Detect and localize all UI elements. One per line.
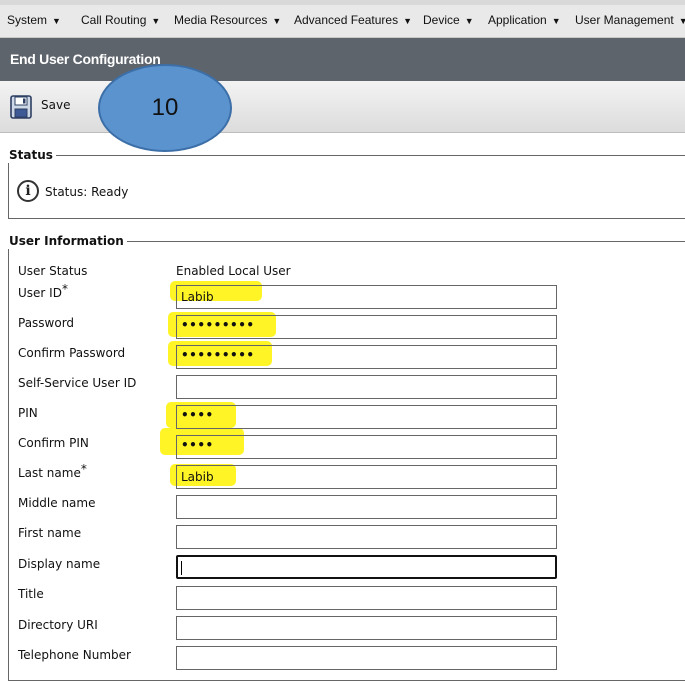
chevron-down-icon: ▼ bbox=[403, 16, 412, 26]
last-name-field[interactable]: Labib bbox=[176, 465, 557, 489]
step-marker-circle: 10 bbox=[98, 64, 232, 152]
last-name-label: Last name* bbox=[18, 463, 87, 480]
user-information-legend: User Information bbox=[7, 233, 127, 249]
chevron-down-icon: ▼ bbox=[464, 16, 474, 26]
menu-call-routing-label: Call Routing bbox=[81, 13, 147, 27]
top-menu-bar: System ▼ Call Routing ▼ Media Resources ▼ A… bbox=[0, 0, 685, 38]
first-name-label: First name bbox=[18, 526, 82, 540]
confirm-pin-value: •••• bbox=[181, 438, 214, 452]
password-label: Password bbox=[18, 316, 75, 330]
status-legend: Status bbox=[7, 147, 56, 163]
password-value: ••••••••• bbox=[181, 318, 255, 332]
user-status-value: Enabled Local User bbox=[176, 264, 291, 278]
page-title: End User Configuration bbox=[10, 51, 161, 67]
menu-advanced-features[interactable]: Advanced Features ▼ bbox=[294, 11, 412, 29]
menu-media-resources-label: Media Resources bbox=[174, 13, 268, 27]
telephone-number-label: Telephone Number bbox=[18, 648, 131, 662]
info-icon: i bbox=[17, 180, 39, 202]
display-name-field[interactable] bbox=[176, 555, 557, 579]
menu-top-strip bbox=[0, 0, 685, 5]
pin-field[interactable]: •••• bbox=[176, 405, 557, 429]
self-service-user-id-field[interactable] bbox=[176, 375, 557, 399]
directory-uri-field[interactable] bbox=[176, 616, 557, 640]
password-field[interactable]: ••••••••• bbox=[176, 315, 557, 339]
last-name-label-text: Last name bbox=[18, 466, 81, 480]
page-title-band: End User Configuration bbox=[0, 38, 685, 81]
step-marker-number: 10 bbox=[151, 94, 179, 121]
telephone-number-field[interactable] bbox=[176, 646, 557, 670]
menu-user-management[interactable]: User Management ▼ bbox=[575, 11, 685, 29]
save-icon bbox=[10, 95, 32, 119]
user-id-label-text: User ID bbox=[18, 286, 62, 300]
menu-device[interactable]: Device ▼ bbox=[423, 11, 474, 29]
text-cursor bbox=[181, 561, 182, 575]
user-id-value: Labib bbox=[181, 290, 214, 304]
status-text: Status: Ready bbox=[45, 185, 129, 199]
save-label: Save bbox=[41, 98, 71, 112]
chevron-down-icon: ▼ bbox=[272, 16, 282, 26]
first-name-field[interactable] bbox=[176, 525, 557, 549]
pin-value: •••• bbox=[181, 408, 214, 422]
title-label: Title bbox=[18, 587, 44, 601]
menu-system[interactable]: System ▼ bbox=[7, 11, 61, 29]
user-id-field[interactable]: Labib bbox=[176, 285, 557, 309]
menu-advanced-features-label: Advanced Features bbox=[294, 13, 399, 27]
menu-application-label: Application bbox=[488, 13, 547, 27]
last-name-value: Labib bbox=[181, 470, 214, 484]
user-id-label: User ID* bbox=[18, 283, 68, 300]
chevron-down-icon: ▼ bbox=[151, 16, 161, 26]
chevron-down-icon: ▼ bbox=[52, 16, 61, 26]
menu-user-management-label: User Management bbox=[575, 13, 674, 27]
confirm-password-label: Confirm Password bbox=[18, 346, 126, 360]
pin-label: PIN bbox=[18, 406, 38, 420]
confirm-password-value: ••••••••• bbox=[181, 348, 255, 362]
display-name-label: Display name bbox=[18, 557, 101, 571]
confirm-pin-label: Confirm PIN bbox=[18, 436, 89, 450]
menu-call-routing[interactable]: Call Routing ▼ bbox=[81, 11, 160, 29]
directory-uri-label: Directory URI bbox=[18, 618, 98, 632]
self-service-user-id-label: Self-Service User ID bbox=[18, 376, 137, 390]
middle-name-field[interactable] bbox=[176, 495, 557, 519]
confirm-password-field[interactable]: ••••••••• bbox=[176, 345, 557, 369]
required-marker: * bbox=[61, 282, 68, 296]
chevron-down-icon: ▼ bbox=[678, 16, 685, 26]
required-marker: * bbox=[80, 462, 87, 476]
menu-media-resources[interactable]: Media Resources ▼ bbox=[174, 11, 281, 29]
chevron-down-icon: ▼ bbox=[551, 16, 561, 26]
menu-system-label: System bbox=[7, 13, 48, 27]
menu-application[interactable]: Application ▼ bbox=[488, 11, 561, 29]
user-status-label: User Status bbox=[18, 264, 88, 278]
middle-name-label: Middle name bbox=[18, 496, 96, 510]
confirm-pin-field[interactable]: •••• bbox=[176, 435, 557, 459]
menu-device-label: Device bbox=[423, 13, 460, 27]
title-field[interactable] bbox=[176, 586, 557, 610]
